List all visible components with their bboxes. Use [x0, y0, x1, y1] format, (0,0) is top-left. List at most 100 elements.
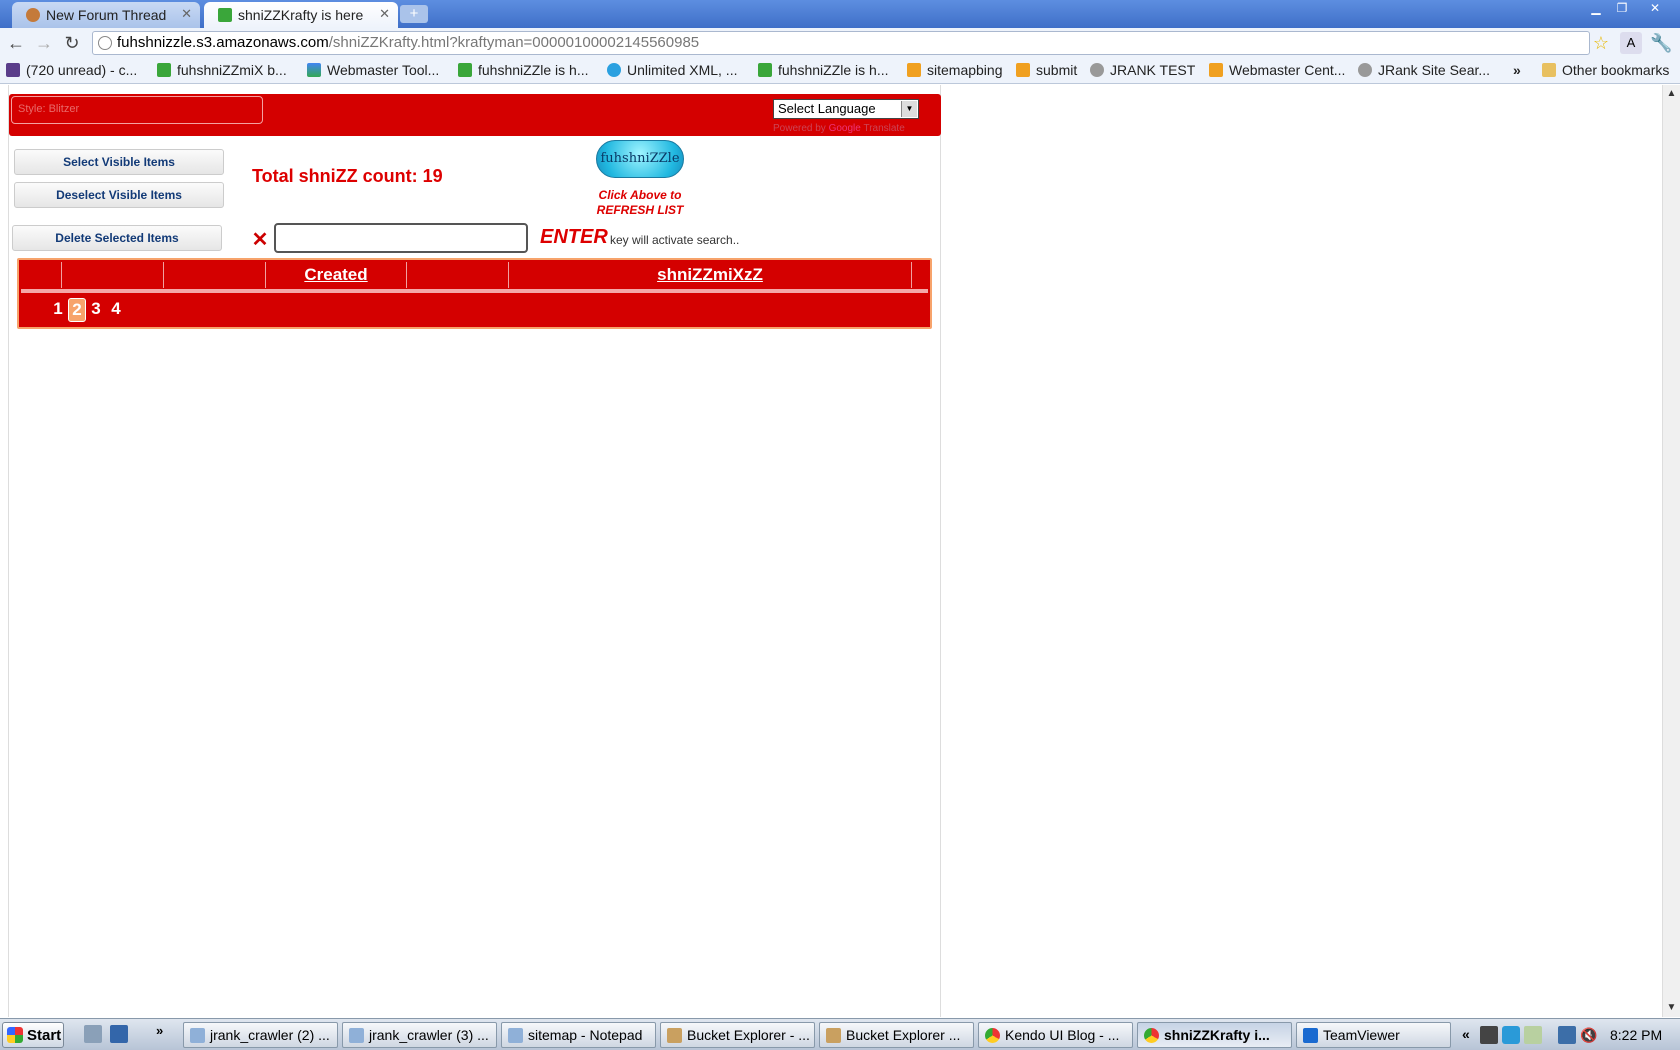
- bookmark-item[interactable]: sitemapbing: [907, 62, 1003, 78]
- forward-arrow-icon[interactable]: →: [32, 32, 56, 54]
- taskbar-item-label: Bucket Explorer - ...: [687, 1027, 810, 1043]
- enter-hint: key will activate search..: [610, 233, 740, 247]
- tab-title: shniZZKrafty is here: [238, 7, 364, 23]
- bookmark-item[interactable]: JRANK TEST: [1090, 62, 1195, 78]
- tab-close-icon[interactable]: ✕: [181, 6, 192, 22]
- chrome-icon: [985, 1028, 1000, 1043]
- windows-taskbar: Start » jrank_crawler (2) ... jrank_craw…: [0, 1018, 1680, 1050]
- bookmark-item[interactable]: Unlimited XML, ...: [607, 62, 737, 78]
- taskbar-item[interactable]: Kendo UI Blog - ...: [978, 1022, 1133, 1048]
- grid-column-shnizzmixzz[interactable]: shniZZmiXzZ: [509, 262, 912, 288]
- bookmark-item[interactable]: (720 unread) - c...: [6, 62, 137, 78]
- google-icon: [307, 63, 321, 77]
- tray-app-icon[interactable]: [1524, 1026, 1542, 1044]
- quick-launch-overflow-icon[interactable]: »: [156, 1023, 174, 1041]
- address-bar[interactable]: fuhshnizzle.s3.amazonaws.com/shniZZKraft…: [92, 31, 1590, 55]
- grid-column-header[interactable]: [407, 262, 509, 288]
- refresh-note-line: Click Above to: [598, 188, 682, 202]
- network-icon[interactable]: [1558, 1026, 1576, 1044]
- bookmark-label: sitemapbing: [927, 62, 1003, 78]
- deselect-visible-button[interactable]: Deselect Visible Items: [14, 182, 224, 208]
- forum-favicon-icon: [26, 8, 40, 22]
- tab-close-icon[interactable]: ✕: [379, 6, 390, 22]
- bookmark-star-icon[interactable]: ☆: [1590, 32, 1612, 54]
- back-arrow-icon[interactable]: ←: [4, 32, 28, 54]
- scroll-up-icon[interactable]: ▲: [1663, 85, 1680, 102]
- clear-search-icon[interactable]: ✕: [250, 230, 270, 250]
- new-tab-button[interactable]: +: [400, 5, 428, 23]
- teamviewer-icon: [1303, 1028, 1318, 1043]
- bookmarks-overflow-icon[interactable]: »: [1513, 62, 1521, 78]
- powered-by-google-translate[interactable]: Powered by Google Translate: [773, 123, 905, 134]
- taskbar-item[interactable]: sitemap - Notepad: [501, 1022, 656, 1048]
- notepad-icon: [508, 1028, 523, 1043]
- reload-icon[interactable]: ↻: [60, 32, 84, 54]
- vertical-scrollbar[interactable]: ▲ ▼: [1662, 85, 1680, 1017]
- bookmarks-bar: (720 unread) - c... fuhshniZZmiX b... We…: [0, 58, 1680, 84]
- restore-icon[interactable]: ❐: [1610, 0, 1634, 18]
- taskbar-item[interactable]: TeamViewer: [1296, 1022, 1451, 1048]
- search-input[interactable]: [274, 223, 528, 253]
- tab-shnizzkrafty[interactable]: shniZZKrafty is here ✕: [204, 2, 398, 28]
- bookmark-item[interactable]: JRank Site Sear...: [1358, 62, 1490, 78]
- bing-icon: [907, 63, 921, 77]
- bookmark-item[interactable]: Webmaster Tool...: [307, 62, 439, 78]
- grid-column-header[interactable]: [21, 262, 62, 288]
- select-visible-button[interactable]: Select Visible Items: [14, 149, 224, 175]
- page-info-icon[interactable]: [98, 36, 112, 50]
- wrench-icon[interactable]: 🔧: [1650, 32, 1672, 54]
- scroll-down-icon[interactable]: ▼: [1663, 999, 1680, 1016]
- language-select-value: Select Language: [778, 101, 876, 116]
- enter-label: ENTER: [540, 226, 608, 248]
- show-desktop-icon[interactable]: [110, 1025, 128, 1043]
- grid-column-created[interactable]: Created: [266, 262, 407, 288]
- bookmark-item[interactable]: fuhshniZZle is h...: [758, 62, 889, 78]
- bookmark-label: submit: [1036, 62, 1078, 78]
- page-link-2-current[interactable]: 2: [68, 298, 86, 322]
- system-clock[interactable]: 8:22 PM: [1610, 1027, 1662, 1043]
- tray-expand-icon[interactable]: «: [1462, 1026, 1470, 1042]
- taskbar-item[interactable]: jrank_crawler (2) ...: [183, 1022, 338, 1048]
- page-link-1[interactable]: 1: [49, 298, 67, 320]
- bookmark-label: JRank Site Sear...: [1378, 62, 1491, 78]
- grid-column-header[interactable]: [62, 262, 164, 288]
- page-icon: [157, 63, 171, 77]
- minimize-icon[interactable]: ▁: [1584, 0, 1608, 18]
- taskbar-item-active[interactable]: shniZZKrafty i...: [1137, 1022, 1292, 1048]
- taskbar-item-label: sitemap - Notepad: [528, 1027, 643, 1043]
- url-host: fuhshnizzle.s3.amazonaws.com: [117, 34, 329, 51]
- start-button[interactable]: Start: [2, 1022, 64, 1048]
- camera-icon[interactable]: [1480, 1026, 1498, 1044]
- bookmark-item[interactable]: submit: [1016, 62, 1077, 78]
- close-window-icon[interactable]: ✕: [1640, 0, 1670, 18]
- browser-toolbar: ← → ↻ fuhshnizzle.s3.amazonaws.com/shniZ…: [0, 28, 1680, 58]
- delete-selected-button[interactable]: Delete Selected Items: [12, 225, 222, 251]
- page-link-3[interactable]: 3: [87, 298, 105, 320]
- grid-header: Created shniZZmiXzZ: [21, 262, 912, 288]
- page-link-4[interactable]: 4: [107, 298, 125, 320]
- taskbar-item-label: TeamViewer: [1323, 1027, 1400, 1043]
- grid-column-header[interactable]: [164, 262, 266, 288]
- taskbar-item[interactable]: jrank_crawler (3) ...: [342, 1022, 497, 1048]
- bookmark-item[interactable]: fuhshniZZle is h...: [458, 62, 589, 78]
- tab-new-forum-thread[interactable]: New Forum Thread ✕: [12, 2, 200, 28]
- bookmark-item[interactable]: Webmaster Cent...: [1209, 62, 1345, 78]
- skype-icon[interactable]: [1502, 1026, 1520, 1044]
- other-bookmarks-folder[interactable]: Other bookmarks: [1542, 62, 1669, 78]
- start-label: Start: [27, 1027, 62, 1044]
- page-icon: [458, 63, 472, 77]
- quick-launch-icon[interactable]: [84, 1025, 102, 1043]
- taskbar-item-label: jrank_crawler (2) ...: [210, 1027, 330, 1043]
- volume-muted-icon[interactable]: 🔇: [1580, 1026, 1598, 1044]
- translate-icon[interactable]: A: [1620, 32, 1642, 54]
- taskbar-item[interactable]: Bucket Explorer - ...: [660, 1022, 815, 1048]
- total-count: Total shniZZ count: 19: [252, 166, 443, 186]
- page-viewport: Style: Blitzer Select Language ▼ Powered…: [0, 85, 1662, 1017]
- language-select[interactable]: Select Language ▼: [773, 99, 919, 119]
- page-header-bar: Style: Blitzer Select Language ▼ Powered…: [9, 94, 941, 136]
- bookmark-label: Webmaster Tool...: [327, 62, 440, 78]
- bookmark-item[interactable]: fuhshniZZmiX b...: [157, 62, 287, 78]
- style-input[interactable]: Style: Blitzer: [11, 96, 263, 124]
- taskbar-item[interactable]: Bucket Explorer ...: [819, 1022, 974, 1048]
- refresh-logo-button[interactable]: fuhshniZZle: [596, 140, 684, 178]
